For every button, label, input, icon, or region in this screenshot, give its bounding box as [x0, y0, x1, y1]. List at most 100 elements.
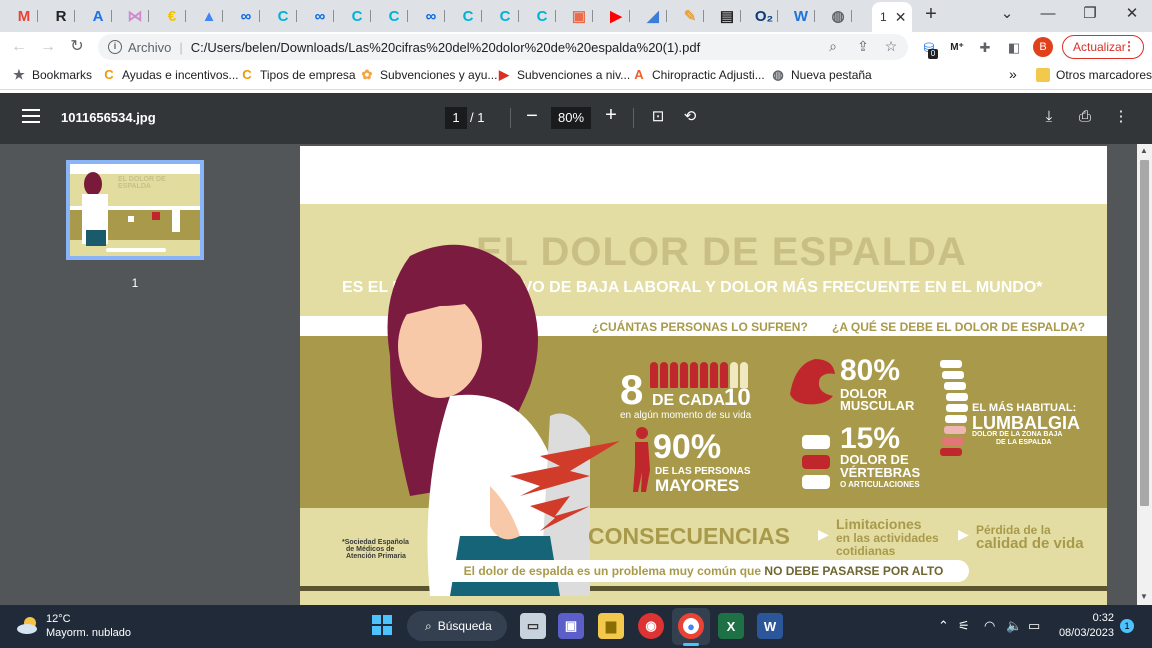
speaker-muted-icon[interactable]: 🔈 — [1006, 618, 1022, 634]
weather-condition[interactable]: Mayorm. nublado — [46, 627, 131, 639]
profile-avatar[interactable]: B — [1033, 37, 1053, 57]
browser-tab[interactable]: ▣ — [563, 4, 593, 28]
bookmark-item[interactable]: A Chiropractic Adjusti... — [632, 68, 764, 83]
tab-search-icon[interactable]: ⌄ — [987, 2, 1027, 28]
tab-separator — [407, 10, 408, 22]
tab-separator — [333, 10, 334, 22]
browser-tab[interactable]: ◢ — [637, 4, 667, 28]
browser-tab[interactable]: O₂ — [748, 4, 778, 28]
teams-icon[interactable]: ▣ — [558, 613, 584, 639]
vertebra — [942, 371, 965, 379]
update-button[interactable]: Actualizar ⋮ — [1062, 35, 1144, 59]
fit-page-icon[interactable]: ⊡ — [648, 107, 668, 127]
app-red-icon[interactable]: ◉ — [638, 613, 664, 639]
wifi-icon[interactable]: ◠ — [984, 618, 995, 634]
zoom-search-icon[interactable]: ⌕ — [825, 38, 841, 54]
new-tab-button[interactable]: + — [920, 4, 942, 26]
bookmark-item[interactable]: C Ayudas e incentivos... — [102, 68, 238, 83]
rotate-icon[interactable]: ⟲ — [680, 107, 700, 127]
address-bar[interactable]: i Archivo | C:/Users/belen/Downloads/Las… — [98, 34, 908, 60]
bookmark-item[interactable]: ★ Bookmarks — [12, 68, 92, 83]
back-icon[interactable]: ← — [8, 36, 30, 58]
download-icon[interactable]: ⤓ — [1039, 107, 1059, 127]
zoom-level-input[interactable]: 80% — [551, 107, 591, 129]
bookmark-item[interactable]: ◍ Nueva pestaña — [771, 68, 871, 83]
stat2-pct: 90% — [653, 428, 722, 466]
ads-icon: ▲ — [201, 7, 217, 25]
restore-icon[interactable]: ❐ — [1070, 2, 1110, 28]
minimize-icon[interactable]: — — [1028, 2, 1068, 28]
task-view-icon[interactable]: ▭ — [520, 613, 546, 639]
pen-icon: ✎ — [683, 8, 697, 25]
notification-badge[interactable]: 1 — [1120, 619, 1134, 633]
browser-tab[interactable]: ∞ — [415, 4, 445, 28]
taskbar-search[interactable]: ⌕ Búsqueda — [407, 611, 507, 641]
browser-tab[interactable]: ▤ — [711, 4, 741, 28]
thumb-figure — [84, 172, 102, 196]
bookmark-item[interactable]: ✿ Subvenciones y ayu... — [360, 68, 498, 83]
zoom-out-icon[interactable]: − — [522, 105, 542, 128]
bookmark-star-icon[interactable]: ☆ — [883, 38, 899, 54]
browser-tab[interactable]: C — [378, 4, 408, 28]
bookmark-item[interactable]: C Tipos de empresa — [240, 68, 355, 83]
battery-icon[interactable]: ▭ — [1028, 618, 1040, 634]
movistar-icon[interactable]: M⁺ — [948, 39, 966, 57]
forward-icon[interactable]: → — [37, 36, 59, 58]
reload-icon[interactable]: ↻ — [66, 36, 88, 58]
close-tab-icon[interactable]: ✕ — [895, 9, 907, 26]
browser-tab[interactable]: ▶ — [600, 4, 630, 28]
active-tab[interactable]: 1 ✕ — [872, 2, 912, 32]
page-number-input[interactable]: 1 — [445, 107, 467, 129]
extensions-puzzle-icon[interactable]: ✚ — [976, 39, 994, 57]
browser-tab[interactable]: C — [341, 4, 371, 28]
browser-tab[interactable]: A — [82, 4, 112, 28]
weather-temp[interactable]: 12°C — [46, 613, 71, 625]
circle-c-icon: C — [277, 7, 289, 25]
browser-tab[interactable]: W — [785, 4, 815, 28]
side-panel-icon[interactable]: ◧ — [1005, 39, 1023, 57]
scroll-up-icon[interactable]: ▲ — [1140, 146, 1148, 155]
share-icon[interactable]: ⇪ — [855, 38, 871, 54]
browser-tab[interactable]: M — [8, 4, 38, 28]
browser-tab[interactable]: R — [45, 4, 75, 28]
browser-tab[interactable]: € — [156, 4, 186, 28]
browser-tab[interactable]: ∞ — [304, 4, 334, 28]
tab-separator — [666, 10, 667, 22]
scrollbar-thumb[interactable] — [1140, 160, 1149, 506]
browser-tab[interactable]: ▲ — [193, 4, 223, 28]
consequence2-line2: calidad de vida — [976, 535, 1084, 552]
browser-tab[interactable]: C — [452, 4, 482, 28]
browser-tab[interactable]: ∞ — [230, 4, 260, 28]
windows-start-icon[interactable] — [372, 615, 392, 635]
browser-tab[interactable]: ⋈ — [119, 4, 149, 28]
word-icon[interactable]: W — [757, 613, 783, 639]
url-text[interactable]: C:/Users/belen/Downloads/Las%20cifras%20… — [191, 40, 700, 55]
close-window-icon[interactable]: ✕ — [1112, 2, 1152, 28]
show-hidden-icons-icon[interactable]: ⌃ — [938, 618, 949, 634]
vertical-scrollbar[interactable]: ▲ ▼ — [1137, 144, 1152, 605]
system-clock[interactable]: 0:32 08/03/2023 — [1056, 612, 1114, 639]
excel-icon[interactable]: X — [718, 613, 744, 639]
browser-tab[interactable]: C — [267, 4, 297, 28]
file-explorer-icon[interactable]: ▆ — [598, 613, 624, 639]
chrome-icon[interactable]: ● — [678, 613, 704, 639]
bookmark-item[interactable]: ▶ Subvenciones a niv... — [497, 68, 630, 83]
network-device-icon[interactable]: ⚟ — [958, 618, 970, 634]
cloud-sun-icon[interactable] — [16, 615, 40, 635]
browser-tab[interactable]: ✎ — [674, 4, 704, 28]
browser-tab[interactable]: C — [526, 4, 556, 28]
more-options-icon[interactable]: ⋮ — [1111, 107, 1131, 127]
kebab-menu-icon[interactable]: ⋮ — [1123, 39, 1135, 53]
page-thumbnail[interactable]: EL DOLOR DE ESPALDA — [66, 160, 204, 260]
more-bookmarks-icon[interactable]: » — [1009, 66, 1017, 82]
other-bookmarks[interactable]: Otros marcadores — [1036, 68, 1152, 82]
menu-icon[interactable] — [22, 109, 40, 123]
extension-badge-icon[interactable]: ⛁ 0 — [920, 39, 938, 59]
zoom-in-icon[interactable]: + — [601, 104, 621, 127]
browser-tab[interactable]: ◍ — [822, 4, 852, 28]
print-icon[interactable]: ⎙ — [1075, 107, 1095, 127]
person-icon-filled — [650, 362, 658, 388]
scroll-down-icon[interactable]: ▼ — [1140, 592, 1148, 601]
info-icon[interactable]: i — [108, 40, 122, 54]
browser-tab[interactable]: C — [489, 4, 519, 28]
